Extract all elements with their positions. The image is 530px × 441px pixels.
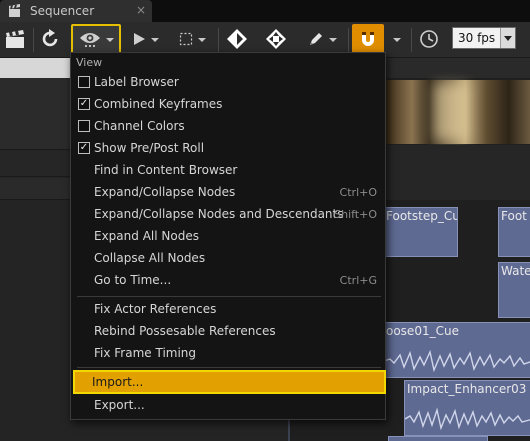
chevron-down-icon (150, 38, 159, 42)
tab-sequencer[interactable]: Sequencer × (0, 0, 152, 22)
waveform (405, 407, 530, 431)
checkbox-checked-icon[interactable]: ✓ (78, 98, 90, 110)
video-thumbnail (386, 80, 530, 144)
outliner-row[interactable] (0, 178, 74, 200)
menu-item-show-pre-post-roll[interactable]: ✓ Show Pre/Post Roll (75, 137, 383, 159)
tab-title: Sequencer (30, 4, 95, 18)
toolbar-divider (33, 28, 34, 52)
chevron-down-icon (393, 38, 401, 42)
menu-item-expand-collapse-descendants[interactable]: Expand/Collapse Nodes and Descendants Sh… (75, 203, 383, 225)
menu-item-expand-all-nodes[interactable]: Expand All Nodes (75, 225, 383, 247)
clip-label: oose01_Cue (386, 324, 459, 338)
view-options-menu: View Label Browser ✓ Combined Keyframes … (70, 52, 386, 420)
chevron-down-icon (500, 28, 515, 48)
menu-item-label: Channel Colors (94, 119, 185, 133)
menu-item-label: Show Pre/Post Roll (94, 141, 205, 155)
outliner-search-field[interactable] (0, 58, 74, 78)
audio-clip[interactable]: Wate (498, 262, 530, 318)
menu-item-find-in-content-browser[interactable]: Find in Content Browser (75, 159, 383, 181)
menu-section-header: View (76, 56, 103, 69)
time-button[interactable] (415, 24, 443, 56)
toolbar-divider (218, 28, 219, 52)
pencil-icon (308, 31, 324, 50)
eye-icon (79, 30, 101, 51)
checkbox-checked-icon[interactable]: ✓ (78, 142, 90, 154)
menu-item-label: Rebind Possesable References (94, 324, 276, 338)
menu-item-shortcut: Ctrl+O (339, 185, 377, 199)
menu-item-channel-colors[interactable]: Channel Colors (75, 115, 383, 137)
audio-clip[interactable]: oose01_Cue (383, 322, 530, 378)
menu-item-label-browser[interactable]: Label Browser (75, 71, 383, 93)
menu-item-label: Expand All Nodes (94, 229, 199, 243)
menu-item-go-to-time[interactable]: Go to Time... Ctrl+G (75, 269, 383, 291)
menu-item-label: Expand/Collapse Nodes (94, 185, 236, 199)
waveform (384, 349, 530, 373)
transform-icon (265, 28, 287, 53)
menu-item-shortcut: Ctrl+G (339, 273, 377, 287)
audio-clip[interactable] (388, 436, 488, 441)
toolbar-divider (348, 28, 349, 52)
sequencer-icon (8, 4, 22, 18)
keyframe-icon (226, 28, 248, 53)
checkbox-unchecked-icon[interactable] (78, 76, 90, 88)
menu-item-collapse-all-nodes[interactable]: Collapse All Nodes (75, 247, 383, 269)
play-icon (132, 32, 146, 49)
clip-label: Wate (501, 264, 530, 278)
menu-item-combined-keyframes[interactable]: ✓ Combined Keyframes (75, 93, 383, 115)
menu-separator (77, 296, 381, 297)
magnet-icon (358, 29, 378, 52)
selection-icon (179, 32, 193, 49)
checkbox-unchecked-icon[interactable] (78, 120, 90, 132)
menu-item-label: Label Browser (94, 75, 179, 89)
audio-clip[interactable]: Impact_Enhancer03 (404, 380, 530, 436)
menu-item-fix-frame-timing[interactable]: Fix Frame Timing (75, 342, 383, 364)
toolbar-divider (411, 28, 412, 52)
menu-item-label: Go to Time... (94, 273, 172, 287)
fps-select[interactable]: 30 fps (452, 27, 516, 49)
time-ruler[interactable] (386, 58, 530, 78)
tab-strip: Sequencer × (0, 0, 530, 22)
snap-options-dropdown[interactable] (388, 24, 406, 56)
clip-label: Footstep_Cue (386, 209, 457, 223)
chevron-down-icon (328, 38, 337, 42)
menu-item-expand-collapse-nodes[interactable]: Expand/Collapse Nodes Ctrl+O (75, 181, 383, 203)
close-icon[interactable]: × (136, 3, 146, 17)
menu-item-label: Export... (94, 398, 145, 412)
menu-item-label: Fix Frame Timing (94, 346, 197, 360)
menu-item-import[interactable]: Import... (73, 370, 386, 394)
menu-item-label: Fix Actor References (94, 302, 217, 316)
menu-item-rebind-possesable-references[interactable]: Rebind Possesable References (75, 320, 383, 342)
menu-item-fix-actor-references[interactable]: Fix Actor References (75, 298, 383, 320)
refresh-button[interactable] (38, 24, 64, 56)
audio-clip[interactable]: Footstep_Cue (383, 207, 458, 257)
chevron-down-icon (197, 38, 206, 42)
audio-clip[interactable]: Foot (498, 207, 530, 257)
outliner-row[interactable] (0, 151, 74, 177)
chevron-down-icon (105, 38, 114, 42)
clapperboard-button[interactable] (2, 24, 28, 56)
refresh-icon (41, 28, 61, 52)
clapperboard-icon (4, 29, 26, 52)
menu-item-export[interactable]: Export... (75, 394, 383, 416)
clock-icon (419, 29, 439, 52)
outliner-row[interactable] (0, 78, 74, 150)
menu-item-label: Import... (92, 375, 144, 389)
menu-item-label: Combined Keyframes (94, 97, 223, 111)
clip-label: Foot (501, 209, 527, 223)
menu-item-label: Collapse All Nodes (94, 251, 206, 265)
clip-label: Impact_Enhancer03 (407, 382, 527, 396)
menu-item-label: Expand/Collapse Nodes and Descendants (94, 207, 344, 221)
fps-value: 30 fps (458, 31, 496, 45)
menu-separator (77, 367, 381, 368)
menu-item-label: Find in Content Browser (94, 163, 238, 177)
menu-item-shortcut: Shift+O (334, 207, 377, 221)
